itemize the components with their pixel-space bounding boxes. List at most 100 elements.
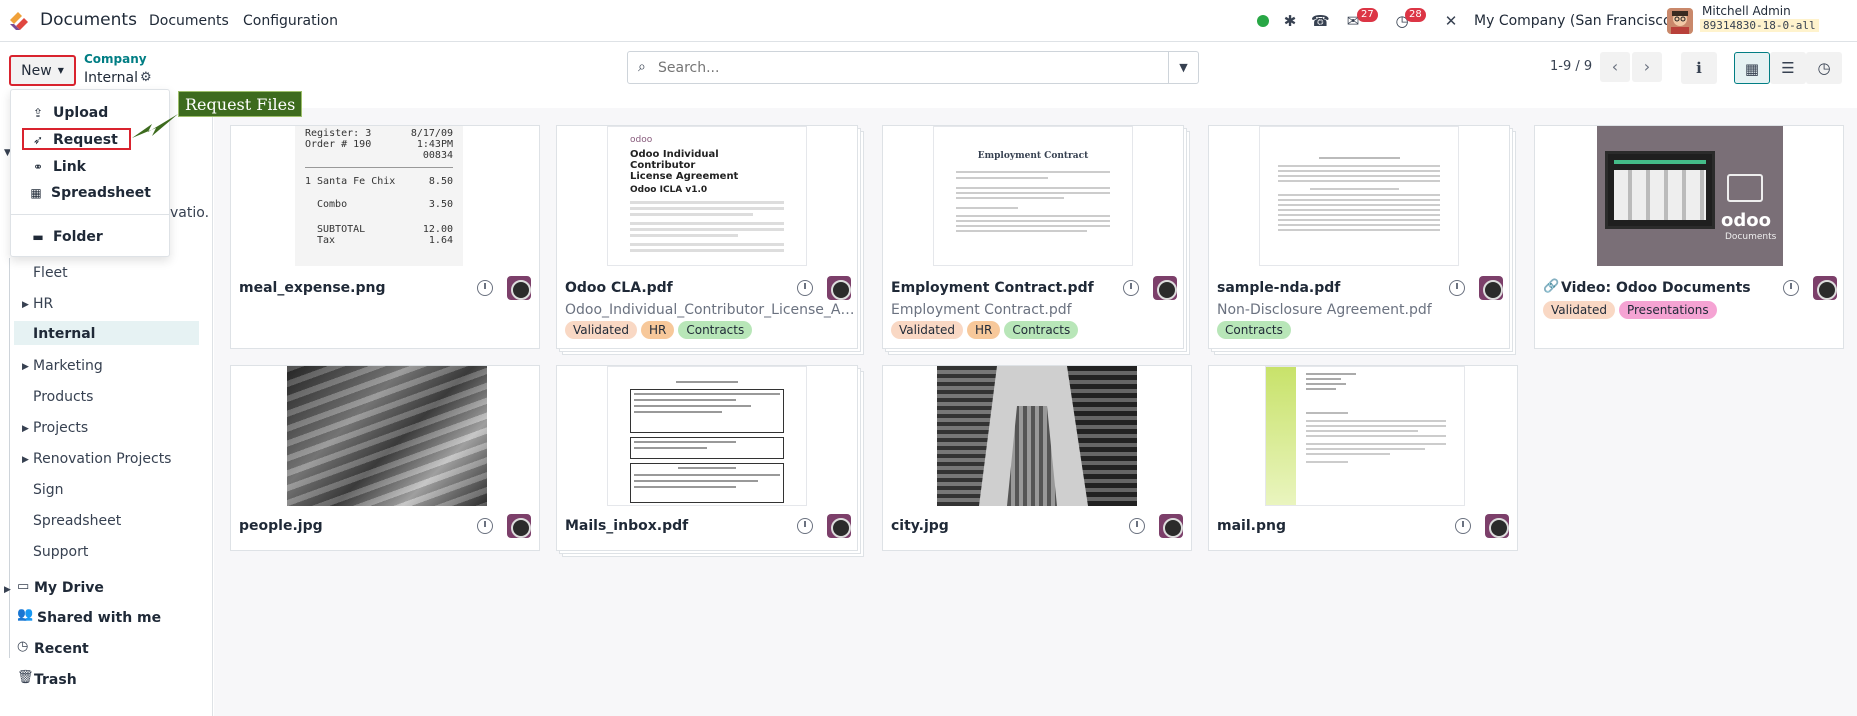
document-card[interactable]: people.jpg — [230, 365, 540, 551]
receipt-line: 1.64 — [428, 235, 453, 246]
tag-hr: HR — [640, 321, 675, 339]
caret-right-icon[interactable]: ▶ — [4, 585, 11, 595]
video-thumbnail: odoo Documents — [1597, 126, 1783, 266]
sidebar-item-renovation-projects[interactable]: Renovation Projects — [33, 451, 171, 467]
menu-item-folder[interactable]: ▬ Folder — [11, 224, 169, 250]
menu-documents[interactable]: Documents — [149, 13, 229, 29]
receipt-line: 3.50 — [428, 199, 453, 210]
pdf-thumbnail — [607, 366, 807, 506]
sidebar-trash[interactable]: Trash — [34, 672, 77, 688]
new-button[interactable]: New ▼ — [9, 55, 76, 86]
sidebar-item-internal[interactable]: Internal — [14, 321, 199, 345]
caret-right-icon[interactable]: ▶ — [22, 300, 29, 310]
sidebar-truncated-label[interactable]: vatio. — [170, 205, 209, 221]
document-card[interactable]: sample-nda.pdf Non-Disclosure Agreement.… — [1208, 125, 1510, 349]
owner-avatar[interactable] — [507, 514, 531, 538]
card-title[interactable]: meal_expense.png — [239, 280, 386, 296]
user-name[interactable]: Mitchell Admin — [1702, 4, 1791, 18]
phone-icon[interactable]: ☎ — [1311, 12, 1330, 30]
tag-validated: Validated — [891, 321, 963, 339]
owner-avatar[interactable] — [1159, 514, 1183, 538]
kanban-view-button[interactable]: ▦ — [1734, 52, 1770, 84]
owner-avatar[interactable] — [1153, 276, 1177, 300]
company-switcher[interactable]: My Company (San Francisco) — [1474, 13, 1677, 29]
menu-item-spreadsheet[interactable]: ▦ Spreadsheet — [11, 180, 169, 206]
owner-avatar[interactable] — [827, 514, 851, 538]
status-online-indicator[interactable] — [1257, 15, 1269, 27]
pdf-thumbnail: odoo Odoo Individual Contributor License… — [607, 126, 807, 266]
activity-view-button[interactable]: ◷ — [1806, 52, 1842, 84]
caret-right-icon[interactable]: ▶ — [22, 362, 29, 372]
document-card[interactable]: Employment Contract Employment Contract.… — [882, 125, 1184, 349]
card-title[interactable]: mail.png — [1217, 518, 1286, 534]
card-title[interactable]: Mails_inbox.pdf — [565, 518, 688, 534]
owner-avatar[interactable] — [1813, 276, 1837, 300]
activity-clock-icon[interactable] — [797, 518, 813, 534]
menu-item-link[interactable]: ⚭ Link — [11, 154, 169, 180]
card-title[interactable]: Video: Odoo Documents — [1561, 280, 1751, 296]
documents-app-icon[interactable] — [8, 10, 30, 30]
caret-right-icon[interactable]: ▶ — [22, 455, 29, 465]
receipt-line: 8/17/09 — [410, 128, 453, 139]
odoo-logo-text: odoo — [630, 135, 653, 145]
owner-avatar[interactable] — [827, 276, 851, 300]
search-input[interactable] — [658, 58, 1158, 78]
menu-configuration[interactable]: Configuration — [243, 13, 338, 29]
sidebar-item-label: Internal — [33, 326, 96, 342]
bug-icon[interactable]: ✱ — [1281, 12, 1299, 30]
sidebar-item-products[interactable]: Products — [33, 389, 93, 405]
tag-validated: Validated — [565, 321, 637, 339]
receipt-line: 00834 — [422, 150, 453, 161]
search-icon: ⌕ — [638, 59, 646, 75]
card-title[interactable]: city.jpg — [891, 518, 949, 534]
caret-right-icon[interactable]: ▶ — [22, 424, 29, 434]
sidebar-recent[interactable]: Recent — [34, 641, 89, 657]
user-avatar[interactable] — [1667, 8, 1693, 34]
sidebar-item-support[interactable]: Support — [33, 544, 88, 560]
document-card[interactable]: Mails_inbox.pdf — [556, 365, 858, 551]
activity-clock-icon[interactable] — [1455, 518, 1471, 534]
document-card[interactable]: mail.png — [1208, 365, 1518, 551]
activity-clock-icon[interactable] — [477, 518, 493, 534]
activity-clock-icon[interactable] — [797, 280, 813, 296]
sidebar-item-fleet[interactable]: Fleet — [33, 265, 68, 281]
sidebar-item-projects[interactable]: Projects — [33, 420, 88, 436]
activity-clock-icon[interactable] — [1783, 280, 1799, 296]
receipt-line: 1 Santa Fe Chix — [305, 176, 396, 187]
document-card[interactable]: Register: 3 8/17/09 Order # 190 1:43PM 008… — [230, 125, 540, 349]
drive-icon: ▭ — [17, 579, 30, 594]
card-title[interactable]: sample-nda.pdf — [1217, 280, 1340, 296]
card-title[interactable]: Employment Contract.pdf — [891, 280, 1094, 296]
pager-next-button[interactable]: › — [1632, 52, 1662, 82]
app-title[interactable]: Documents — [40, 10, 137, 30]
sidebar-item-marketing[interactable]: Marketing — [33, 358, 103, 374]
menu-item-label: Spreadsheet — [51, 185, 151, 201]
pager-previous-button[interactable]: ‹ — [1600, 52, 1630, 82]
document-card[interactable]: odoo Odoo Individual Contributor License… — [556, 125, 858, 349]
sidebar-item-sign[interactable]: Sign — [33, 482, 64, 498]
odoo-logo-text: odoo — [1721, 210, 1771, 231]
sidebar-my-drive[interactable]: My Drive — [34, 580, 104, 596]
document-card[interactable]: odoo Documents 🔗 Video: Odoo Documents V… — [1534, 125, 1844, 349]
trash-icon: 🗑 — [17, 670, 34, 685]
owner-avatar[interactable] — [1479, 276, 1503, 300]
owner-avatar[interactable] — [1485, 514, 1509, 538]
list-view-button[interactable]: ☰ — [1770, 52, 1806, 84]
card-title[interactable]: Odoo CLA.pdf — [565, 280, 673, 296]
search-options-toggle[interactable]: ▼ — [1168, 52, 1198, 83]
breadcrumb-company[interactable]: Company — [84, 52, 147, 66]
activity-clock-icon[interactable] — [477, 280, 493, 296]
activity-clock-icon[interactable] — [1129, 518, 1145, 534]
owner-avatar[interactable] — [507, 276, 531, 300]
sidebar-shared-with-me[interactable]: Shared with me — [37, 610, 161, 626]
sidebar-item-hr[interactable]: HR — [33, 296, 53, 312]
gear-icon[interactable]: ⚙ — [140, 70, 152, 85]
activity-clock-icon[interactable] — [1123, 280, 1139, 296]
sidebar-item-spreadsheet[interactable]: Spreadsheet — [33, 513, 121, 529]
tools-icon[interactable]: ✕ — [1442, 12, 1460, 30]
document-card[interactable]: city.jpg — [882, 365, 1192, 551]
info-button[interactable]: ℹ — [1681, 52, 1717, 84]
card-title[interactable]: people.jpg — [239, 518, 323, 534]
pager-value[interactable]: 1-9 / 9 — [1550, 59, 1592, 74]
activity-clock-icon[interactable] — [1449, 280, 1465, 296]
